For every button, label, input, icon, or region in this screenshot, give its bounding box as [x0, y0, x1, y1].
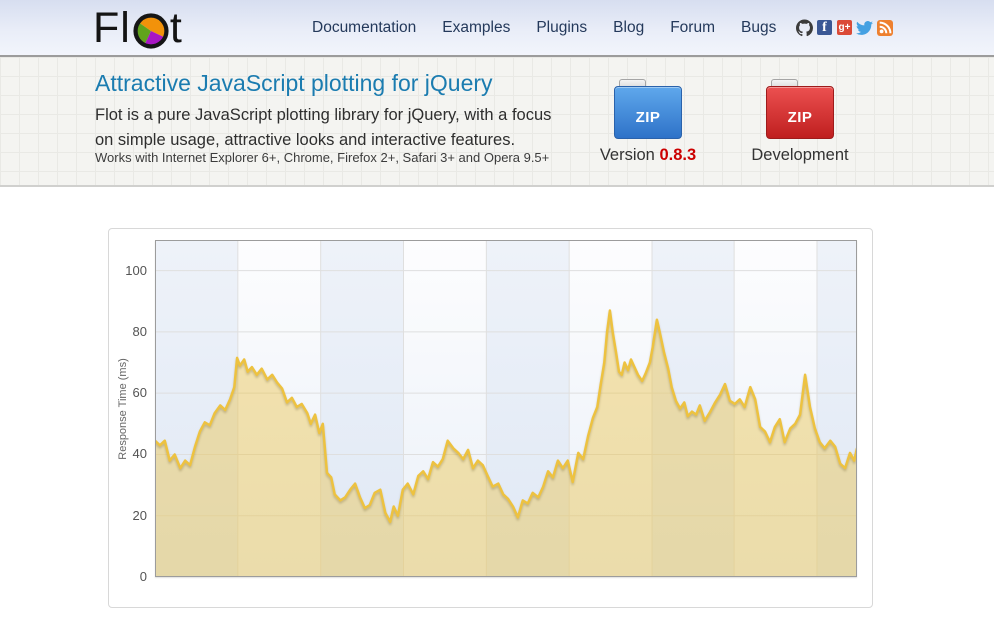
y-axis-title: Response Time (ms): [117, 358, 129, 459]
nav-blog[interactable]: Blog: [613, 19, 644, 37]
social-links: f g+: [796, 0, 893, 55]
nav-plugins[interactable]: Plugins: [536, 19, 587, 37]
facebook-icon[interactable]: f: [816, 19, 833, 36]
logo-text-fl: Fl: [93, 3, 131, 53]
rss-icon[interactable]: [876, 19, 893, 36]
page-title: Attractive JavaScript plotting for jQuer…: [95, 70, 493, 97]
github-icon[interactable]: [796, 19, 813, 36]
nav-examples[interactable]: Examples: [442, 19, 510, 37]
nav-bugs[interactable]: Bugs: [741, 19, 776, 37]
folder-body: ZIP: [766, 86, 834, 139]
hero-band: Attractive JavaScript plotting for jQuer…: [0, 57, 994, 187]
download-release-zip[interactable]: ZIP Version 0.8.3: [588, 79, 708, 165]
y-tick-label: 0: [109, 569, 147, 585]
browser-compat-note: Works with Internet Explorer 6+, Chrome,…: [95, 150, 549, 165]
flot-homepage: Fl t Documentation Examples Plugins Blog…: [0, 0, 994, 627]
development-caption[interactable]: Development: [740, 146, 860, 165]
release-caption-text: Version: [600, 146, 655, 164]
y-tick-label: 40: [109, 446, 147, 462]
y-tick-label: 100: [109, 263, 147, 279]
folder-body: ZIP: [614, 86, 682, 139]
demo-chart-card: Response Time (ms) 0 20 40 60 80 100: [108, 228, 873, 608]
blue-zip-folder-icon[interactable]: ZIP: [614, 79, 682, 139]
y-tick-label: 80: [109, 324, 147, 340]
y-tick-label: 20: [109, 508, 147, 524]
google-plus-icon[interactable]: g+: [836, 19, 853, 36]
logo-text-t: t: [170, 3, 183, 53]
download-development-zip[interactable]: ZIP Development: [740, 79, 860, 165]
release-version: 0.8.3: [659, 146, 696, 164]
red-zip-folder-icon[interactable]: ZIP: [766, 79, 834, 139]
pie-chart-logo-icon: [133, 13, 169, 49]
nav-forum[interactable]: Forum: [670, 19, 715, 37]
response-time-plot: [155, 240, 857, 577]
release-caption[interactable]: Version 0.8.3: [588, 146, 708, 165]
main-nav: Documentation Examples Plugins Blog Foru…: [312, 0, 776, 55]
flot-logo[interactable]: Fl t: [93, 3, 183, 53]
tagline: Flot is a pure JavaScript plotting libra…: [95, 103, 563, 153]
top-bar: Fl t Documentation Examples Plugins Blog…: [0, 0, 994, 57]
y-tick-label: 60: [109, 385, 147, 401]
nav-documentation[interactable]: Documentation: [312, 19, 416, 37]
twitter-icon[interactable]: [856, 19, 873, 36]
